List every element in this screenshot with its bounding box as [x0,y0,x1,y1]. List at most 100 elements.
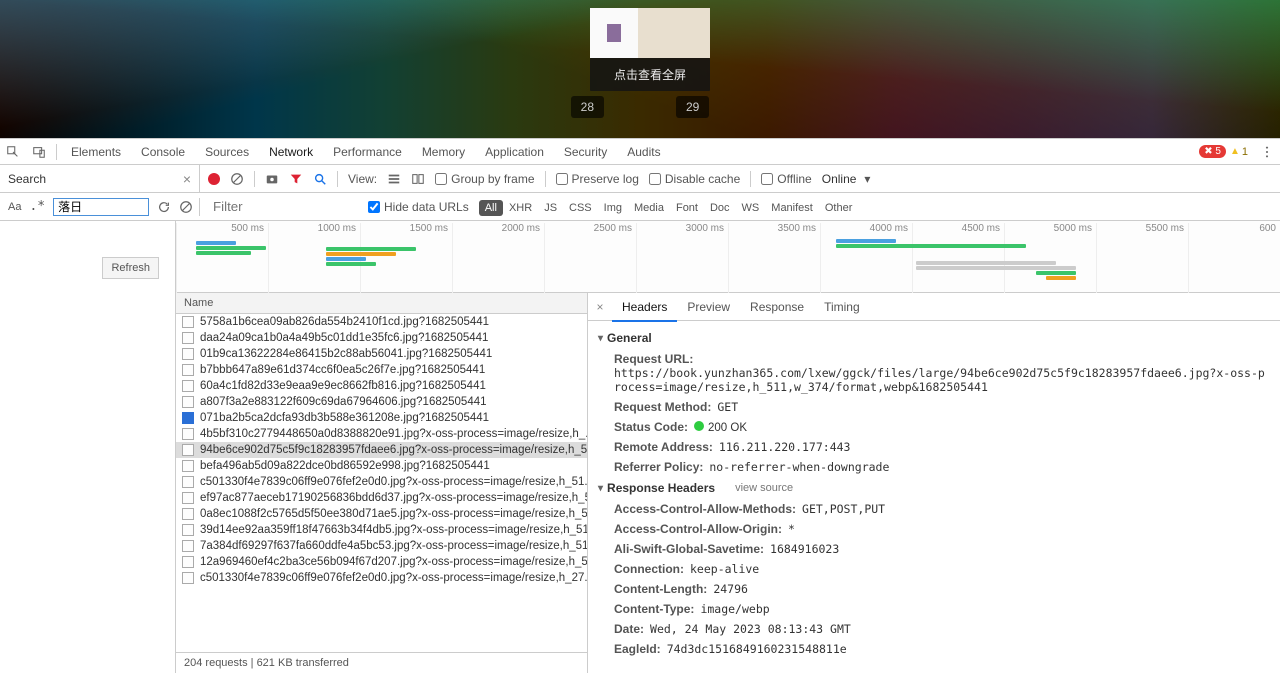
waterfall-tick: 4500 ms [912,223,1004,293]
file-icon [182,428,194,440]
view-source-link[interactable]: view source [735,482,793,494]
filter-type-all[interactable]: All [479,200,503,216]
request-name: a807f3a2e883122f609c69da67964606.jpg?168… [200,396,487,408]
details-tab-response[interactable]: Response [740,294,814,320]
record-button[interactable] [208,173,220,185]
section-response-headers[interactable]: Response Headersview source [588,477,1280,499]
filter-type-media[interactable]: Media [628,200,670,216]
request-row[interactable]: 01b9ca13622284e86415b2c88ab56041.jpg?168… [176,346,587,362]
devtools-panel: ElementsConsoleSourcesNetworkPerformance… [0,138,1280,673]
devtools-tabs: ElementsConsoleSourcesNetworkPerformance… [61,139,671,165]
request-name: 5758a1b6cea09ab826da554b2410f1cd.jpg?168… [200,316,489,328]
request-row[interactable]: 0a8ec1088f2c5765d5f50ee380d71ae5.jpg?x-o… [176,506,587,522]
file-icon [182,508,194,520]
tab-sources[interactable]: Sources [195,139,259,165]
details-tab-headers[interactable]: Headers [612,294,677,322]
filter-type-js[interactable]: JS [538,200,563,216]
filter-type-ws[interactable]: WS [736,200,766,216]
waterfall-tick: 5500 ms [1096,223,1188,293]
tab-memory[interactable]: Memory [412,139,475,165]
kebab-menu-icon[interactable] [1254,139,1280,165]
screenshot-icon[interactable] [265,172,279,186]
waterfall-tick: 4000 ms [820,223,912,293]
tab-security[interactable]: Security [554,139,617,165]
request-row[interactable]: ef97ac877aeceb17190256836bdd6d37.jpg?x-o… [176,490,587,506]
tab-performance[interactable]: Performance [323,139,412,165]
filter-type-css[interactable]: CSS [563,200,598,216]
filter-icon[interactable] [289,172,303,186]
request-row[interactable]: a807f3a2e883122f609c69da67964606.jpg?168… [176,394,587,410]
page-dots: 28 29 [0,96,1280,118]
filter-type-other[interactable]: Other [819,200,859,216]
disable-cache-checkbox[interactable]: Disable cache [649,172,740,186]
tab-audits[interactable]: Audits [617,139,670,165]
hide-data-urls-checkbox[interactable]: Hide data URLs [368,200,469,214]
filter-type-doc[interactable]: Doc [704,200,736,216]
filter-type-manifest[interactable]: Manifest [765,200,819,216]
request-list: Name 5758a1b6cea09ab826da554b2410f1cd.jp… [176,293,588,673]
request-row[interactable]: 94be6ce902d75c5f9c18283957fdaee6.jpg?x-o… [176,442,587,458]
request-name: 60a4c1fd82d33e9eaa9e9ec8662fb816.jpg?168… [200,380,486,392]
devtools-tabs-row: ElementsConsoleSourcesNetworkPerformance… [0,139,1280,165]
refresh-icon[interactable] [157,200,171,214]
waterfall-tick: 5000 ms [1004,223,1096,293]
book-preview[interactable]: 点击查看全屏 [590,8,710,86]
filter-type-xhr[interactable]: XHR [503,200,538,216]
request-row[interactable]: 071ba2b5ca2dcfa93db3b588e361208e.jpg?168… [176,410,587,426]
preserve-log-checkbox[interactable]: Preserve log [556,172,639,186]
request-method-key: Request Method: [614,400,711,414]
request-row[interactable]: 5758a1b6cea09ab826da554b2410f1cd.jpg?168… [176,314,587,330]
tab-elements[interactable]: Elements [61,139,131,165]
network-toolbar: Search × View: Group by frame Preserve l… [0,165,1280,193]
request-name: 01b9ca13622284e86415b2c88ab56041.jpg?168… [200,348,492,360]
clear-icon[interactable] [230,172,244,186]
tab-console[interactable]: Console [131,139,195,165]
device-toggle-icon[interactable] [26,139,52,165]
request-row[interactable]: befa496ab5d09a822dce0bd86592e998.jpg?168… [176,458,587,474]
error-count-badge[interactable]: ✖ 5 [1199,145,1226,158]
close-icon[interactable]: × [183,171,191,187]
clear-search-icon[interactable] [179,200,193,214]
search-options: Aa .* [0,198,200,216]
remote-address-key: Remote Address: [614,440,713,454]
view-frames-icon[interactable] [411,172,425,186]
filter-input[interactable] [208,198,358,216]
filter-type-img[interactable]: Img [598,200,628,216]
group-by-frame-checkbox[interactable]: Group by frame [435,172,534,186]
header-value: image/webp [700,602,769,616]
search-icon[interactable] [313,172,327,186]
request-row[interactable]: 60a4c1fd82d33e9eaa9e9ec8662fb816.jpg?168… [176,378,587,394]
close-details-icon[interactable]: × [588,300,612,314]
search-input[interactable] [53,198,149,216]
details-tab-preview[interactable]: Preview [677,294,740,320]
header-value: Wed, 24 May 2023 08:13:43 GMT [650,622,851,636]
search-panel-header: Search × [0,165,200,193]
header-key: Access-Control-Allow-Methods: [614,502,796,516]
warning-count-badge[interactable]: 1 [1230,146,1248,158]
request-row[interactable]: 4b5bf310c2779448650a0d8388820e91.jpg?x-o… [176,426,587,442]
waterfall-overview[interactable]: 500 ms1000 ms1500 ms2000 ms2500 ms3000 m… [176,221,1280,293]
request-row[interactable]: c501330f4e7839c06ff9e076fef2e0d0.jpg?x-o… [176,474,587,490]
regex-toggle[interactable]: .* [29,199,45,214]
request-row[interactable]: 7a384df69297f637fa660ddfe4a5bc53.jpg?x-o… [176,538,587,554]
request-row[interactable]: 39d14ee92aa359ff18f47663b34f4db5.jpg?x-o… [176,522,587,538]
request-row[interactable]: 12a969460ef4c2ba3ce56b094f67d207.jpg?x-o… [176,554,587,570]
tab-network[interactable]: Network [259,139,323,165]
request-row[interactable]: b7bbb647a89e61d374cc6f0ea5c26f7e.jpg?168… [176,362,587,378]
request-row[interactable]: c501330f4e7839c06ff9e076fef2e0d0.jpg?x-o… [176,570,587,586]
request-name: 4b5bf310c2779448650a0d8388820e91.jpg?x-o… [200,428,587,440]
match-case-toggle[interactable]: Aa [8,201,21,213]
request-row[interactable]: daa24a09ca1b0a4a49b5c01dd1e35fc6.jpg?168… [176,330,587,346]
inspect-icon[interactable] [0,139,26,165]
offline-checkbox[interactable]: Offline [761,172,811,186]
view-list-icon[interactable] [387,172,401,186]
waterfall-tick: 3500 ms [728,223,820,293]
referrer-policy-key: Referrer Policy: [614,460,703,474]
filter-type-font[interactable]: Font [670,200,704,216]
tab-application[interactable]: Application [475,139,554,165]
section-general[interactable]: General [588,327,1280,349]
column-header-name[interactable]: Name [176,293,587,314]
details-tab-timing[interactable]: Timing [814,294,870,320]
throttling-select[interactable]: Online [822,172,871,186]
book-thumbnail [590,8,710,58]
